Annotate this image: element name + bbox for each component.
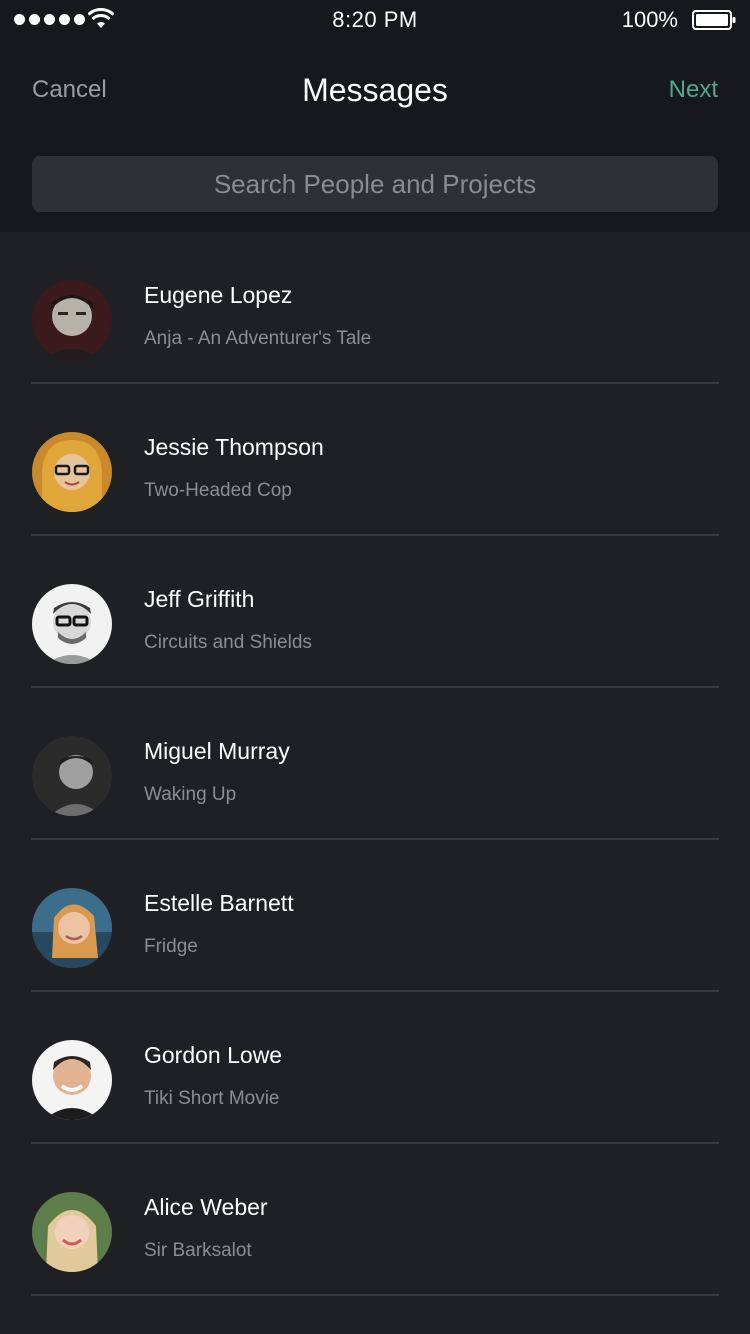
contact-name: Gordon Lowe <box>144 1042 283 1068</box>
contact-row[interactable]: Jeff Griffith Circuits and Shields <box>0 536 750 688</box>
contact-row[interactable]: Gordon Lowe Tiki Short Movie <box>0 992 750 1144</box>
contact-name: Jeff Griffith <box>144 586 255 612</box>
messages-screen: 8:20 PM 100% Cancel Messages Next Search… <box>0 0 750 1334</box>
contact-name: Jessie Thompson <box>144 434 324 460</box>
avatar <box>32 736 112 816</box>
contact-project: Circuits and Shields <box>144 632 312 653</box>
cancel-button[interactable]: Cancel <box>32 76 107 104</box>
avatar <box>32 1040 112 1120</box>
contact-list: Eugene Lopez Anja - An Adventurer's Tale… <box>0 232 750 1296</box>
row-divider <box>31 1294 719 1296</box>
contact-name: Miguel Murray <box>144 738 290 764</box>
contact-project: Waking Up <box>144 784 237 805</box>
battery-icon <box>692 10 736 30</box>
battery-percentage: 100% <box>621 7 678 32</box>
contact-name: Estelle Barnett <box>144 890 294 916</box>
contact-row[interactable]: Estelle Barnett Fridge <box>0 840 750 992</box>
avatar <box>32 280 112 360</box>
contact-row[interactable]: Miguel Murray Waking Up <box>0 688 750 840</box>
contact-project: Anja - An Adventurer's Tale <box>144 328 372 349</box>
contact-project: Fridge <box>144 936 198 957</box>
avatar <box>32 584 112 664</box>
contact-name: Eugene Lopez <box>144 282 293 308</box>
page-title: Messages <box>302 72 448 108</box>
contact-row[interactable]: Eugene Lopez Anja - An Adventurer's Tale <box>0 232 750 384</box>
avatar <box>32 1192 112 1272</box>
contact-project: Sir Barksalot <box>144 1240 252 1261</box>
status-bar: 8:20 PM 100% <box>0 0 750 40</box>
contact-project: Two-Headed Cop <box>144 480 292 501</box>
search-input[interactable] <box>32 156 718 212</box>
next-button[interactable]: Next <box>669 76 718 104</box>
contact-row[interactable]: Jessie Thompson Two-Headed Cop <box>0 384 750 536</box>
header-area: 8:20 PM 100% Cancel Messages Next <box>0 0 750 232</box>
avatar <box>32 432 112 512</box>
contact-name: Alice Weber <box>144 1194 268 1220</box>
avatar <box>32 888 112 968</box>
contact-row[interactable]: Alice Weber Sir Barksalot <box>0 1144 750 1296</box>
contact-project: Tiki Short Movie <box>144 1088 280 1109</box>
